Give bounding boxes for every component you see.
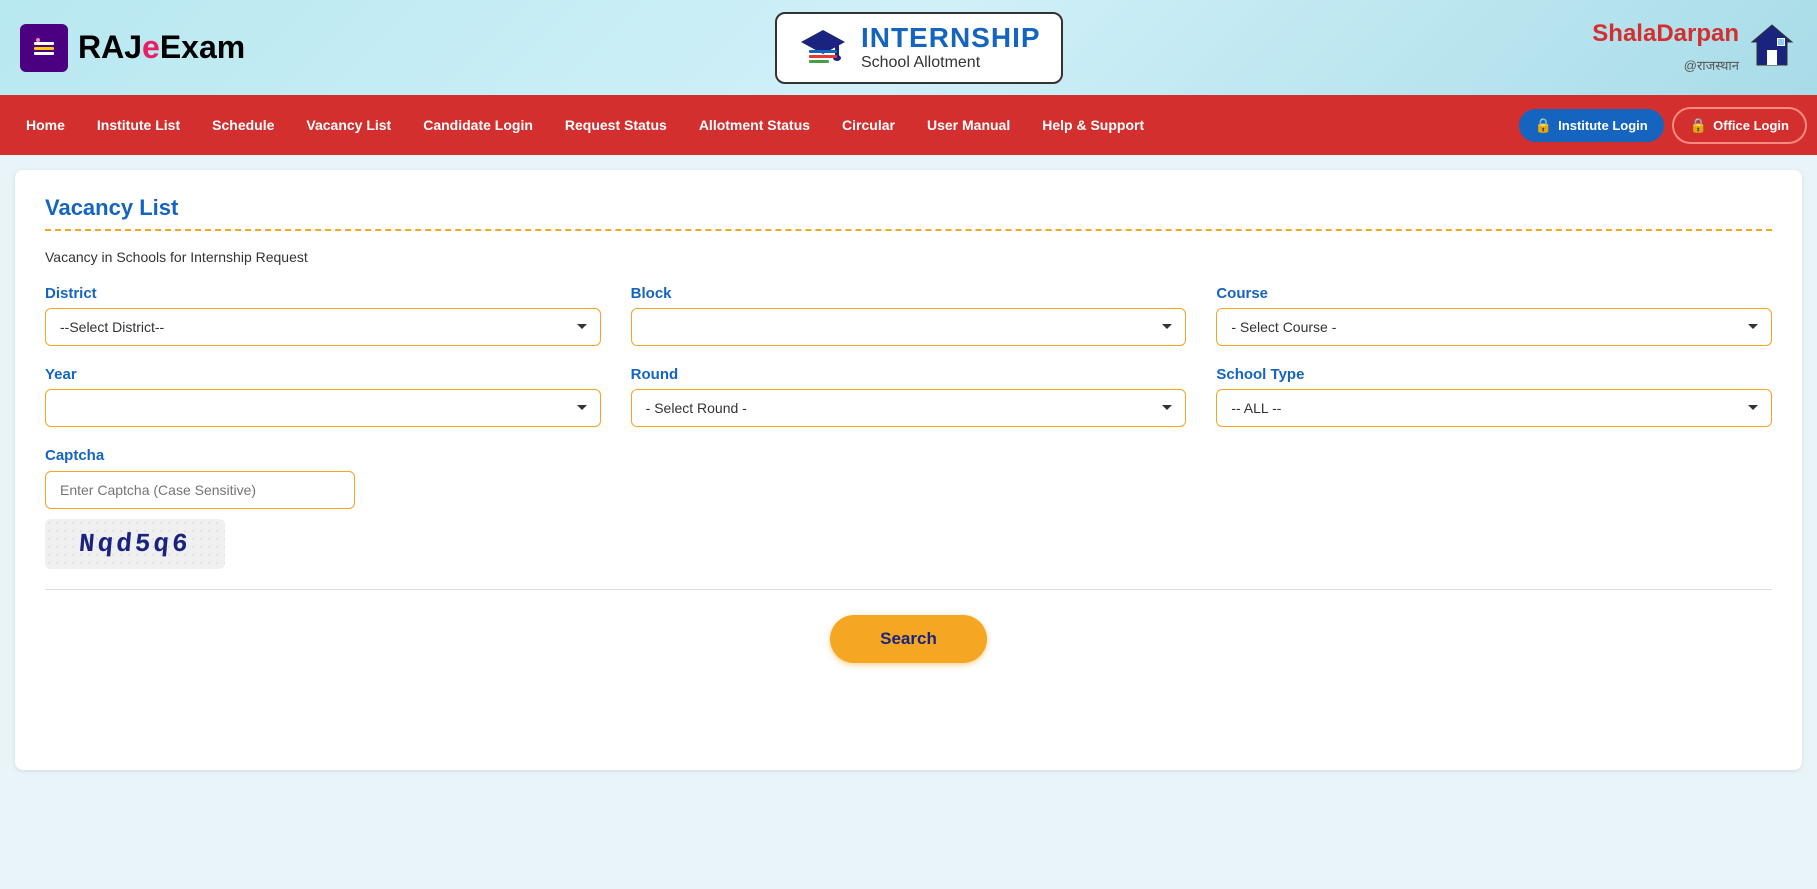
- header: RAJeExam INTERNSHIP School Allotment: [0, 0, 1817, 95]
- captcha-section: Captcha Nqd5q6: [45, 447, 1772, 569]
- house-icon: [1747, 20, 1797, 75]
- course-select[interactable]: - Select Course -: [1216, 308, 1772, 346]
- block-select[interactable]: [631, 308, 1187, 346]
- captcha-input-wrapper: [45, 471, 1772, 509]
- nav-home[interactable]: Home: [10, 109, 81, 141]
- raj-logo-icon: [20, 24, 68, 72]
- round-group: Round - Select Round -: [631, 366, 1187, 427]
- school-type-select[interactable]: -- ALL --: [1216, 389, 1772, 427]
- nav-schedule[interactable]: Schedule: [196, 109, 290, 141]
- district-group: District --Select District--: [45, 285, 601, 346]
- captcha-image: Nqd5q6: [45, 519, 225, 569]
- darpan-text: Darpan: [1656, 20, 1739, 47]
- main-content: Vacancy List Vacancy in Schools for Inte…: [15, 170, 1802, 770]
- round-label: Round: [631, 366, 1187, 383]
- internship-logo: INTERNSHIP School Allotment: [775, 12, 1063, 84]
- shala-darpan-text: ShalaDarpan @राजस्थान: [1592, 18, 1739, 78]
- form-row-1: District --Select District-- Block Cours…: [45, 285, 1772, 346]
- captcha-input[interactable]: [45, 471, 355, 509]
- course-label: Course: [1216, 285, 1772, 302]
- internship-subtitle: School Allotment: [861, 54, 1041, 72]
- internship-title: INTERNSHIP: [861, 23, 1041, 54]
- block-label: Block: [631, 285, 1187, 302]
- nav-allotment-status[interactable]: Allotment Status: [683, 109, 826, 141]
- nav-circular[interactable]: Circular: [826, 109, 911, 141]
- site-logo-text: RAJeExam: [78, 29, 245, 66]
- year-group: Year: [45, 366, 601, 427]
- office-login-button[interactable]: 🔒 Office Login: [1672, 107, 1807, 144]
- bottom-divider: [45, 589, 1772, 590]
- district-select[interactable]: --Select District--: [45, 308, 601, 346]
- lock-icon-institute: 🔒: [1535, 117, 1552, 134]
- search-btn-container: Search: [45, 615, 1772, 663]
- nav-help-support[interactable]: Help & Support: [1026, 109, 1160, 141]
- school-type-label: School Type: [1216, 366, 1772, 383]
- captcha-label: Captcha: [45, 447, 104, 464]
- graduation-icon: [797, 22, 849, 74]
- navigation: Home Institute List Schedule Vacancy Lis…: [0, 95, 1817, 155]
- nav-request-status[interactable]: Request Status: [549, 109, 683, 141]
- center-logo-text-block: INTERNSHIP School Allotment: [861, 23, 1041, 72]
- course-group: Course - Select Course -: [1216, 285, 1772, 346]
- district-label: District: [45, 285, 601, 302]
- page-subtitle: Vacancy in Schools for Internship Reques…: [45, 249, 1772, 265]
- nav-vacancy-list[interactable]: Vacancy List: [290, 109, 407, 141]
- nav-institute-list[interactable]: Institute List: [81, 109, 196, 141]
- school-type-group: School Type -- ALL --: [1216, 366, 1772, 427]
- nav-user-manual[interactable]: User Manual: [911, 109, 1026, 141]
- form-row-2: Year Round - Select Round - School Type …: [45, 366, 1772, 427]
- round-select[interactable]: - Select Round -: [631, 389, 1187, 427]
- title-divider: [45, 229, 1772, 231]
- institute-login-button[interactable]: 🔒 Institute Login: [1519, 109, 1664, 142]
- search-button[interactable]: Search: [830, 615, 987, 663]
- logo-left: RAJeExam: [20, 24, 245, 72]
- page-title: Vacancy List: [45, 195, 1772, 221]
- shala-darpan-logo: ShalaDarpan @राजस्थान: [1592, 18, 1797, 78]
- nav-candidate-login[interactable]: Candidate Login: [407, 109, 549, 141]
- captcha-code: Nqd5q6: [78, 529, 192, 559]
- year-label: Year: [45, 366, 601, 383]
- rajasthan-text: @राजस्थान: [1684, 58, 1739, 73]
- shala-text: Shala: [1592, 20, 1656, 47]
- year-select[interactable]: [45, 389, 601, 427]
- lock-icon-office: 🔒: [1690, 117, 1707, 134]
- block-group: Block: [631, 285, 1187, 346]
